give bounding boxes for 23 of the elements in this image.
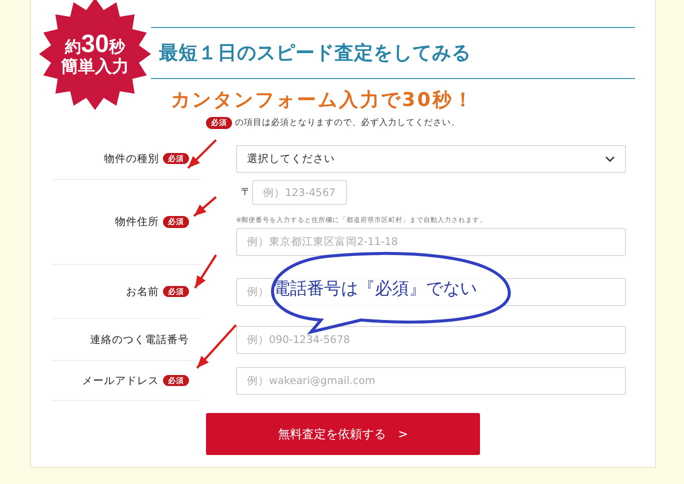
badge-text: 簡単入力: [61, 59, 129, 76]
arrow: [196, 324, 237, 369]
address-field[interactable]: 例）東京都江東区富岡2-11-18: [236, 228, 626, 256]
annotation-text: 電話番号は『必須』でない: [273, 278, 477, 300]
chevron-down-icon: [605, 156, 615, 162]
input-field[interactable]: 例）090-1234-5678: [236, 326, 626, 354]
arrow: [187, 139, 217, 169]
field-label: 連絡のつく電話番号: [90, 332, 189, 346]
submit-button[interactable]: 無料査定を依頼する >: [206, 413, 480, 455]
form-title: 最短１日のスピード査定をしてみる: [159, 41, 471, 66]
postal-mark: 〒: [241, 186, 251, 199]
arrow: [193, 196, 217, 217]
field-label: お名前: [126, 284, 159, 298]
arrow: [194, 254, 217, 289]
property-type-select[interactable]: 選択してください: [236, 145, 626, 173]
form-subtitle: カンタンフォーム入力で30秒！: [171, 88, 476, 113]
required-note: の項目は必須となりますので、必ず入力してください。: [235, 117, 460, 129]
field-label: 物件住所: [115, 215, 159, 229]
badge-text: 約30秒: [65, 32, 125, 57]
postal-code-field[interactable]: 例）123-4567: [252, 180, 347, 205]
input-field[interactable]: 例）wakeari@gmail.com: [236, 367, 626, 395]
field-label: メールアドレス: [82, 374, 159, 388]
field-label: 物件の種別: [104, 152, 159, 166]
